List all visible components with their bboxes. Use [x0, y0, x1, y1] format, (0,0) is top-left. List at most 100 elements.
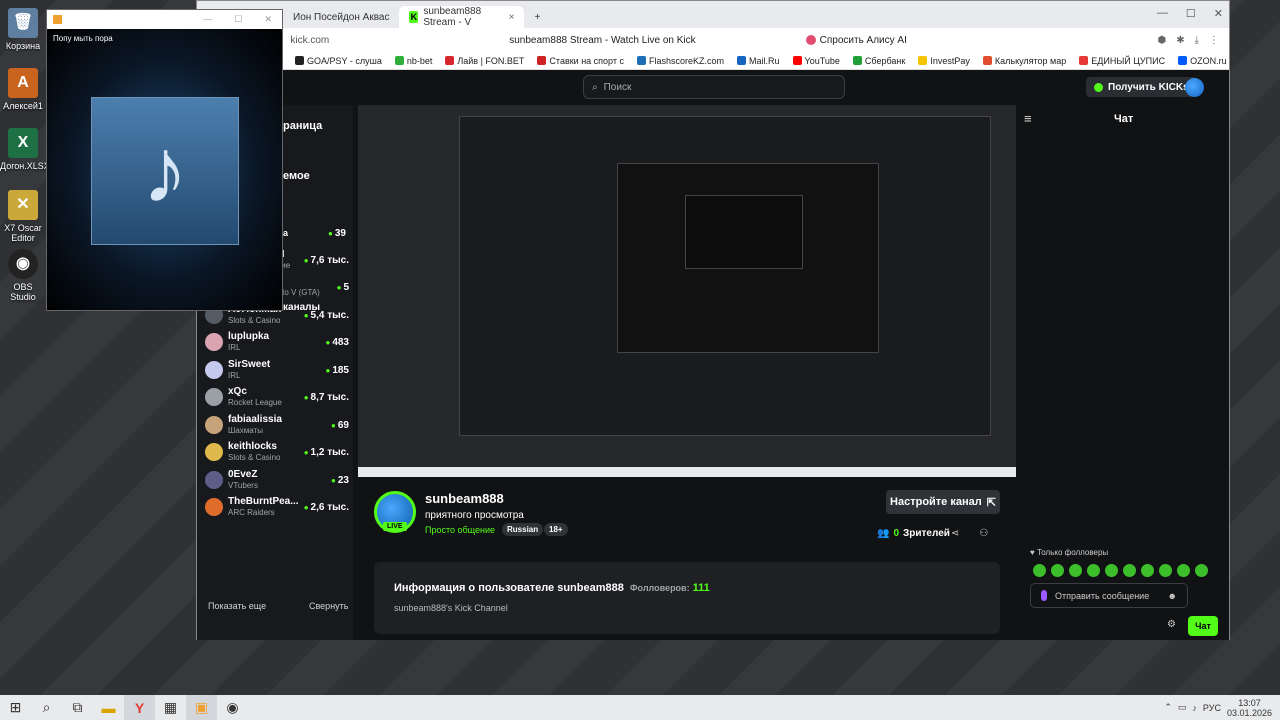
alice-button[interactable]: Спросить Алису AI: [805, 35, 907, 46]
collapse-chat-icon[interactable]: ≡: [1024, 111, 1032, 126]
bookmark[interactable]: Калькулятор мар: [982, 56, 1066, 66]
desktop-icon-oscar[interactable]: ✕ X7 Oscar Editor: [0, 190, 46, 243]
channel-avatar: [205, 471, 223, 489]
streamer-name[interactable]: sunbeam888: [425, 491, 504, 506]
channel-info: xQc Rocket League: [228, 386, 304, 408]
channel-avatar: [205, 498, 223, 516]
channel-info: TheBurntPea... ARC Raiders: [228, 496, 304, 518]
emoji-icon[interactable]: ☻: [1168, 591, 1177, 601]
address-bar[interactable]: ‹ kick.com sunbeam888 Stream - Watch Liv…: [197, 28, 1229, 52]
close-tab-icon[interactable]: ×: [509, 12, 515, 23]
about-title: Информация о пользователе sunbeam888 Фолл…: [394, 582, 710, 594]
channel-category: Slots & Casino: [228, 316, 281, 325]
emote-icon[interactable]: [1177, 564, 1190, 577]
collapse-link[interactable]: Свернуть: [309, 601, 348, 611]
emote-icon[interactable]: [1105, 564, 1118, 577]
yandex-browser-icon[interactable]: Y: [124, 695, 155, 720]
channel-info: SirSweet IRL: [228, 359, 325, 381]
media-player-icon[interactable]: ▣: [186, 695, 217, 720]
tab-previous[interactable]: Ион Посейдон Аквас: [283, 6, 399, 28]
setup-channel-button[interactable]: Настройте канал ⇱: [886, 490, 1000, 514]
chat-send-button[interactable]: Чат: [1188, 616, 1218, 636]
chat-settings-gear-icon[interactable]: ⚙: [1167, 619, 1176, 630]
sidebar-channel-row[interactable]: TheBurntPea...ARC Raiders2,6 тыс.: [205, 494, 349, 520]
bookmark[interactable]: Ставки на спорт с: [537, 56, 624, 66]
sidebar-channel-row[interactable]: luplupkaIRL483: [205, 329, 349, 355]
search-input[interactable]: ⌕ Поиск: [583, 75, 845, 99]
bookmark[interactable]: OZON.ru: [1178, 56, 1227, 66]
show-more-link[interactable]: Показать еще: [208, 601, 266, 611]
bookmark[interactable]: Лайв | FON.BET: [445, 56, 524, 66]
tab-active[interactable]: K sunbeam888 Stream - V ×: [399, 6, 525, 28]
calculator-icon[interactable]: ▦: [155, 695, 186, 720]
bookmark[interactable]: nb-bet: [394, 56, 432, 66]
clock[interactable]: 13:07 03.01.2026: [1227, 698, 1272, 718]
bookmark[interactable]: ЕДИНЫЙ ЦУПИС: [1079, 56, 1165, 66]
menu-icon[interactable]: ⋮: [1209, 35, 1219, 46]
new-tab-button[interactable]: +: [524, 6, 550, 28]
followers-only-label: ♥ Только фолловеры: [1030, 548, 1109, 557]
puzzle-icon[interactable]: ✱: [1176, 35, 1184, 46]
sidebar-channel-row[interactable]: xQcRocket League8,7 тыс.: [205, 384, 349, 410]
maximize-icon[interactable]: ☐: [234, 14, 242, 25]
user-settings-icon[interactable]: ⚇: [979, 528, 988, 539]
taskbar: ⊞ ⌕ ⧉ ▬ Y ▦ ▣ ◉ ⌃ ▭ ♪ РУС 13:07 03.01.202…: [0, 695, 1280, 720]
close-icon[interactable]: ✕: [264, 14, 272, 25]
bookmark[interactable]: Сбербанк: [852, 56, 905, 66]
chat-message-input[interactable]: Отправить сообщение ☻: [1030, 583, 1188, 608]
channel-name: TheBurntPea...: [228, 496, 299, 507]
stream-category[interactable]: Просто общение: [425, 525, 495, 535]
extension-icon[interactable]: ⬢: [1157, 35, 1166, 46]
obs-taskbar-icon[interactable]: ◉: [217, 695, 248, 720]
user-avatar[interactable]: [1185, 78, 1204, 97]
close-icon[interactable]: ✕: [1214, 7, 1223, 20]
sidebar-channel-row[interactable]: 0EveZVTubers23: [205, 467, 349, 493]
task-view-icon[interactable]: ⧉: [62, 695, 93, 720]
sidebar-channel-row[interactable]: SirSweetIRL185: [205, 357, 349, 383]
url-text[interactable]: kick.com: [290, 35, 329, 46]
desktop-icon-recycle-bin[interactable]: 🗑 Корзина: [0, 8, 46, 51]
bookmark[interactable]: Mail.Ru: [737, 56, 780, 66]
get-kicks-button[interactable]: Получить KICKs: [1086, 77, 1197, 97]
bookmark[interactable]: GOA/PSY - слуша: [295, 56, 382, 66]
channel-info: fabiaalissia Шахматы: [228, 414, 331, 436]
sidebar-channel-row[interactable]: keithlocksSlots & Casino1,2 тыс.: [205, 439, 349, 465]
emote-icon[interactable]: [1051, 564, 1064, 577]
bookmark[interactable]: InvestPay: [918, 56, 970, 66]
network-icon[interactable]: ▭: [1178, 702, 1187, 713]
share-icon[interactable]: ⋖: [951, 528, 959, 539]
minimize-icon[interactable]: —: [203, 14, 212, 25]
desktop-icon-obs[interactable]: ◉ OBS Studio: [0, 249, 46, 302]
emote-icon[interactable]: [1123, 564, 1136, 577]
bookmark[interactable]: YouTube: [792, 56, 840, 66]
volume-icon[interactable]: ♪: [1192, 703, 1197, 713]
video-player[interactable]: [358, 105, 1016, 477]
kicks-icon: [1094, 82, 1103, 92]
download-icon[interactable]: ⤓: [1195, 35, 1199, 46]
stream-actions: ⋖ ⚇: [951, 528, 988, 539]
emote-icon[interactable]: [1033, 564, 1046, 577]
kick-favicon-icon: K: [409, 11, 419, 23]
explorer-icon[interactable]: ▬: [93, 695, 124, 720]
minimize-icon[interactable]: —: [1157, 7, 1168, 20]
emote-icon[interactable]: [1159, 564, 1172, 577]
chat-header: ≡ Чат: [1024, 111, 1134, 126]
emote-icon[interactable]: [1087, 564, 1100, 577]
emote-icon[interactable]: [1141, 564, 1154, 577]
language-tag[interactable]: Russian: [502, 523, 544, 536]
desktop-icon-aleksey[interactable]: A Алексей1: [0, 68, 46, 111]
emote-icon[interactable]: [1195, 564, 1208, 577]
tray-arrow-icon[interactable]: ⌃: [1164, 702, 1172, 713]
desktop-icon-excel[interactable]: X Догон.XLSX: [0, 128, 50, 171]
search-icon[interactable]: ⌕: [31, 695, 62, 720]
language-indicator[interactable]: РУС: [1203, 703, 1221, 713]
maximize-icon[interactable]: ☐: [1186, 7, 1196, 20]
channel-name: luplupka: [228, 331, 270, 342]
emote-icon[interactable]: [1069, 564, 1082, 577]
channel-viewers: 23: [331, 475, 349, 486]
music-visual: ♪: [47, 29, 282, 310]
start-button[interactable]: ⊞: [0, 695, 31, 720]
sidebar-channel-row[interactable]: fabiaalissiaШахматы69: [205, 412, 349, 438]
bookmark[interactable]: FlashscoreKZ.com: [636, 56, 724, 66]
sidebar-home-link[interactable]: раница: [283, 120, 322, 132]
